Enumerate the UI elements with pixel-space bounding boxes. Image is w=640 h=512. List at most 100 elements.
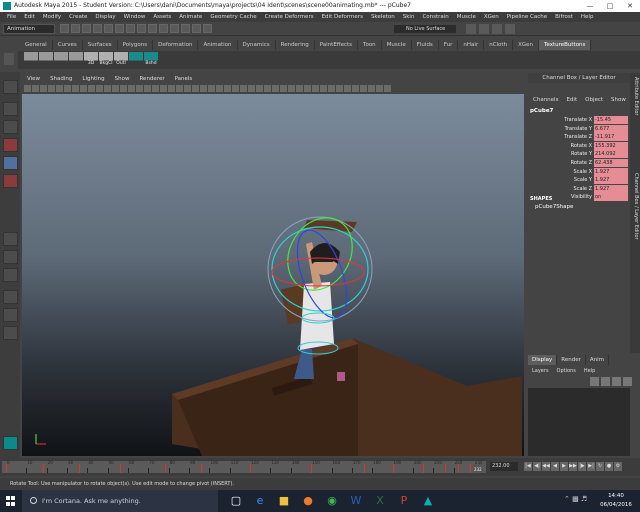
modeling-toolkit-icon[interactable]: [466, 24, 476, 34]
ipr-render-icon[interactable]: [192, 24, 201, 33]
keyframe-marker[interactable]: [119, 464, 121, 473]
channel-value[interactable]: 1.927: [594, 167, 628, 176]
channel-row-scale-y[interactable]: Scale Y 1.927: [530, 176, 628, 185]
select-hierarchy-icon[interactable]: [93, 24, 102, 33]
prefs-icon[interactable]: ⚙: [614, 462, 622, 471]
layer-menu-help[interactable]: Help: [580, 366, 599, 376]
panel-tool-icon[interactable]: [320, 85, 327, 92]
side-tab-channel-box[interactable]: Channel Box / Layer Editor: [631, 173, 639, 240]
menu-modify[interactable]: Modify: [39, 12, 65, 22]
shelf-button-5[interactable]: 3D: [84, 52, 98, 67]
attribute-editor-icon[interactable]: [479, 24, 489, 34]
channel-row-scale-z[interactable]: Scale Z 1.927: [530, 184, 628, 194]
live-surface-field[interactable]: No Live Surface: [394, 25, 456, 33]
panel-tool-icon[interactable]: [216, 85, 223, 92]
folder-icon[interactable]: ■: [272, 490, 296, 512]
render-settings-icon[interactable]: [203, 24, 212, 33]
shelf-tab-muscle[interactable]: Muscle: [382, 40, 412, 50]
panel-tool-icon[interactable]: [144, 85, 151, 92]
channel-menu-object[interactable]: Object: [582, 95, 606, 105]
panel-tool-icon[interactable]: [24, 85, 31, 92]
channel-value[interactable]: on: [594, 193, 628, 202]
channel-row-rotate-y[interactable]: Rotate Y 214.092: [530, 150, 628, 159]
panel-tool-icon[interactable]: [360, 85, 367, 92]
menu-file[interactable]: File: [3, 12, 20, 22]
tool-settings-icon[interactable]: [492, 24, 502, 34]
panel-tool-icon[interactable]: [96, 85, 103, 92]
channel-menu-show[interactable]: Show: [608, 95, 629, 105]
snap-point-icon[interactable]: [148, 24, 157, 33]
move-layer-down-icon[interactable]: [623, 377, 632, 386]
keyframe-marker[interactable]: [457, 464, 459, 473]
maya-app-icon[interactable]: [3, 436, 18, 450]
taskbar-clock[interactable]: 14:40 06/04/2016: [596, 492, 636, 510]
layer-tab-render[interactable]: Render: [557, 355, 586, 365]
panel-tool-icon[interactable]: [72, 85, 79, 92]
layout-outliner-icon[interactable]: [3, 290, 18, 304]
system-tray[interactable]: ⌃ ▩ ♬: [564, 495, 587, 503]
snap-surface-icon[interactable]: [159, 24, 168, 33]
menu-animate[interactable]: Animate: [175, 12, 206, 22]
perspective-viewport[interactable]: [22, 94, 524, 456]
channel-row-rotate-z[interactable]: Rotate Z 62.438: [530, 159, 628, 168]
step-forward-icon[interactable]: |▶: [578, 462, 586, 471]
menu-bifrost[interactable]: Bifrost: [551, 12, 577, 22]
keyframe-marker[interactable]: [201, 464, 203, 473]
channel-value[interactable]: 1.927: [594, 184, 628, 193]
shelf-tab-curves[interactable]: Curves: [53, 40, 83, 50]
keyframe-marker[interactable]: [423, 464, 425, 473]
move-layer-up-icon[interactable]: [612, 377, 621, 386]
channel-value[interactable]: 214.092: [594, 150, 628, 159]
end-time-field[interactable]: 232.00: [490, 462, 518, 471]
layout-side-icon[interactable]: [3, 268, 18, 282]
menu-constrain[interactable]: Constrain: [418, 12, 452, 22]
panel-tool-icon[interactable]: [312, 85, 319, 92]
panel-tool-icon[interactable]: [112, 85, 119, 92]
panel-tool-icon[interactable]: [336, 85, 343, 92]
channel-value[interactable]: -15.45: [594, 116, 628, 124]
shelf-button-3[interactable]: [54, 52, 68, 67]
layout-hypershade-icon[interactable]: [3, 326, 18, 340]
keyframe-marker[interactable]: [364, 464, 366, 473]
panel-menu-lighting[interactable]: Lighting: [77, 74, 109, 84]
panel-tool-icon[interactable]: [368, 85, 375, 92]
layer-tab-anim[interactable]: Anim: [586, 355, 610, 365]
keyframe-marker[interactable]: [250, 464, 252, 473]
panel-tool-icon[interactable]: [224, 85, 231, 92]
shelf-tab-deformation[interactable]: Deformation: [153, 40, 199, 50]
history-icon[interactable]: [170, 24, 179, 33]
shelf-menu-gear-icon[interactable]: [4, 53, 14, 65]
panel-tool-icon[interactable]: [264, 85, 271, 92]
save-scene-icon[interactable]: [82, 24, 91, 33]
paint-select-tool-icon[interactable]: [3, 120, 18, 134]
select-object-icon[interactable]: [104, 24, 113, 33]
menu-window[interactable]: Window: [120, 12, 150, 22]
channel-value[interactable]: 155.392: [594, 141, 628, 150]
layout-four-icon[interactable]: [3, 250, 18, 264]
shelf-button-7[interactable]: Outl: [114, 52, 128, 67]
panel-menu-shading[interactable]: Shading: [45, 74, 77, 84]
panel-tool-icon[interactable]: [200, 85, 207, 92]
new-scene-icon[interactable]: [60, 24, 69, 33]
panel-tool-icon[interactable]: [272, 85, 279, 92]
menu-create-deformers[interactable]: Create Deformers: [261, 12, 318, 22]
panel-tool-icon[interactable]: [168, 85, 175, 92]
menu-edit[interactable]: Edit: [20, 12, 39, 22]
panel-tool-icon[interactable]: [80, 85, 87, 92]
menu-assets[interactable]: Assets: [149, 12, 175, 22]
maximize-button[interactable]: □: [600, 0, 620, 12]
menu-edit-deformers[interactable]: Edit Deformers: [318, 12, 367, 22]
panel-tool-icon[interactable]: [184, 85, 191, 92]
go-to-end-icon[interactable]: ▶|: [587, 462, 595, 471]
shelf-tab-painteffects[interactable]: PaintEffects: [315, 40, 359, 50]
panel-tool-icon[interactable]: [304, 85, 311, 92]
layer-list[interactable]: [528, 388, 630, 456]
side-tab-attribute-editor[interactable]: Attribute Editor: [631, 77, 639, 115]
channel-value[interactable]: 62.438: [594, 159, 628, 167]
panel-tool-icon[interactable]: [344, 85, 351, 92]
menu-display[interactable]: Display: [91, 12, 119, 22]
loop-icon[interactable]: ↻: [596, 462, 604, 471]
menu-create[interactable]: Create: [65, 12, 91, 22]
menu-help[interactable]: Help: [577, 12, 598, 22]
panel-tool-icon[interactable]: [48, 85, 55, 92]
